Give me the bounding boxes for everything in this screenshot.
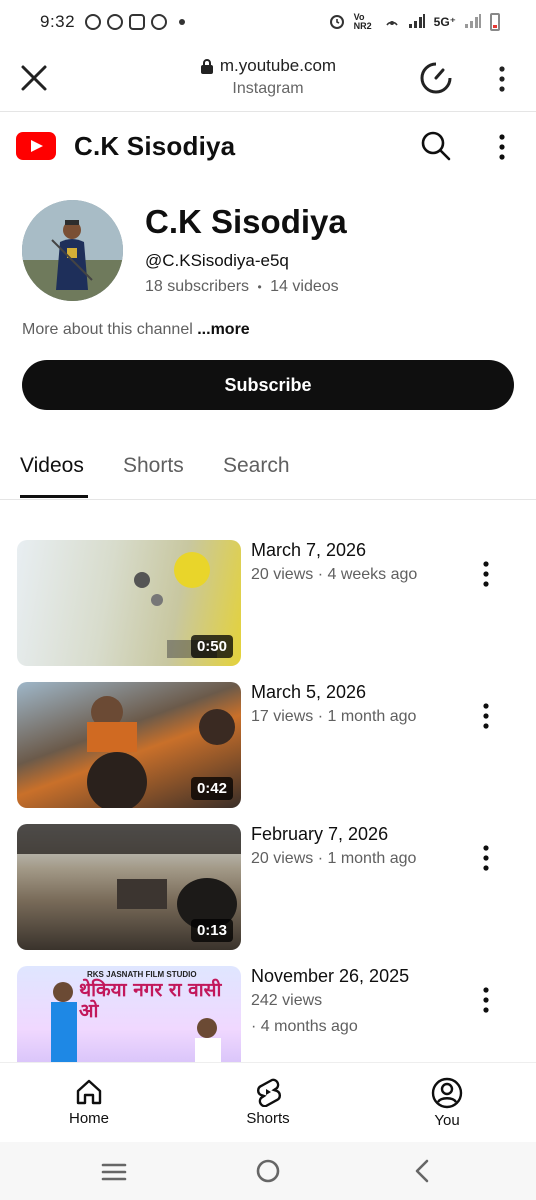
browser-toolbar: m.youtube.com Instagram xyxy=(0,44,536,112)
more-options-icon[interactable] xyxy=(492,132,512,162)
video-title[interactable]: March 5, 2026 xyxy=(251,682,366,703)
video-duration: 0:13 xyxy=(190,919,233,942)
lock-icon xyxy=(200,59,213,74)
video-count: 14 videos xyxy=(270,278,339,295)
video-duration: 0:42 xyxy=(190,777,233,800)
video-item[interactable]: 0:50 March 7, 2026 20 views · 4 weeks ag… xyxy=(0,540,536,666)
back-icon[interactable] xyxy=(412,1159,432,1183)
video-title[interactable]: February 7, 2026 xyxy=(251,824,388,845)
network-type: 5G⁺ xyxy=(433,15,456,29)
nav-shorts[interactable]: Shorts xyxy=(208,1077,328,1127)
channel-stats: 18 subscribers • 14 videos xyxy=(145,278,339,296)
status-time: 9:32 xyxy=(40,12,76,31)
battery-icon xyxy=(490,13,500,31)
nav-you[interactable]: You xyxy=(387,1077,507,1129)
signal-icon-2 xyxy=(464,13,482,32)
subscribe-button[interactable]: Subscribe xyxy=(22,360,514,410)
status-right: Vo NR2 5G⁺ xyxy=(328,12,500,33)
about-text: More about this channel xyxy=(22,321,193,338)
snapchat-icon xyxy=(129,14,146,30)
whatsapp-icon xyxy=(151,14,168,30)
more-notifications-icon xyxy=(179,19,186,25)
video-item[interactable]: 0:42 March 5, 2026 17 views · 1 month ag… xyxy=(0,682,536,808)
messenger-icon xyxy=(107,14,124,30)
bottom-navigation: Home Shorts You xyxy=(0,1062,536,1142)
tab-videos[interactable]: Videos xyxy=(20,454,84,478)
stats-separator: • xyxy=(257,280,262,294)
hotspot-icon xyxy=(384,13,400,32)
tab-shorts[interactable]: Shorts xyxy=(123,454,184,478)
channel-about[interactable]: More about this channel ...more xyxy=(22,321,250,339)
video-thumbnail[interactable]: 0:42 xyxy=(17,682,241,808)
video-meta-secondary: · 4 months ago xyxy=(251,1018,358,1035)
system-navigation-bar xyxy=(0,1142,536,1200)
video-more-icon[interactable] xyxy=(476,560,496,588)
nav-home[interactable]: Home xyxy=(29,1077,149,1127)
video-meta: 242 views xyxy=(251,992,323,1009)
video-item[interactable]: 0:13 February 7, 2026 20 views · 1 month… xyxy=(0,824,536,950)
speedometer-icon[interactable] xyxy=(418,60,454,96)
active-tab-indicator xyxy=(20,495,88,498)
url-display[interactable]: m.youtube.com Instagram xyxy=(0,56,536,98)
browser-menu-icon[interactable] xyxy=(492,64,512,94)
home-circle-icon[interactable] xyxy=(256,1159,280,1183)
nav-home-label: Home xyxy=(68,1110,109,1127)
video-title[interactable]: November 26, 2025 xyxy=(251,966,409,987)
video-more-icon[interactable] xyxy=(476,986,496,1014)
video-title[interactable]: March 7, 2026 xyxy=(251,540,366,561)
video-more-icon[interactable] xyxy=(476,702,496,730)
video-meta: 20 views · 1 month ago xyxy=(251,850,417,867)
status-bar: 9:32 Vo NR2 5G⁺ xyxy=(0,0,536,44)
channel-avatar[interactable] xyxy=(22,200,123,301)
video-more-icon[interactable] xyxy=(476,844,496,872)
channel-handle: @C.KSisodiya-e5q xyxy=(145,251,289,270)
video-duration: 0:50 xyxy=(190,635,233,658)
youtube-header: C.K Sisodiya xyxy=(0,112,536,182)
recent-apps-icon[interactable] xyxy=(101,1162,127,1182)
volte-label: Vo NR2 xyxy=(353,12,372,31)
notification-icons xyxy=(85,14,186,30)
channel-tabs: Videos Shorts Search xyxy=(0,436,536,500)
nav-shorts-label: Shorts xyxy=(246,1110,290,1127)
signal-icon xyxy=(408,13,426,32)
channel-name: C.K Sisodiya xyxy=(145,203,347,240)
url-source: Instagram xyxy=(232,80,304,97)
url-text: m.youtube.com xyxy=(219,56,337,75)
you-icon xyxy=(431,1077,463,1109)
video-meta: 20 views · 4 weeks ago xyxy=(251,566,418,583)
video-meta: 17 views · 1 month ago xyxy=(251,708,417,725)
video-thumbnail[interactable]: 0:50 xyxy=(17,540,241,666)
subscriber-count: 18 subscribers xyxy=(145,278,250,295)
youtube-logo-icon[interactable] xyxy=(16,132,56,160)
nav-you-label: You xyxy=(434,1112,460,1129)
about-more-link[interactable]: ...more xyxy=(197,321,249,338)
search-icon[interactable] xyxy=(420,130,452,162)
video-thumbnail[interactable]: 0:13 xyxy=(17,824,241,950)
tab-search[interactable]: Search xyxy=(223,454,290,478)
shorts-icon xyxy=(257,1078,281,1107)
home-icon xyxy=(76,1079,102,1105)
header-title: C.K Sisodiya xyxy=(74,131,236,161)
alarm-icon xyxy=(328,12,346,33)
whatsapp-icon xyxy=(85,14,102,30)
